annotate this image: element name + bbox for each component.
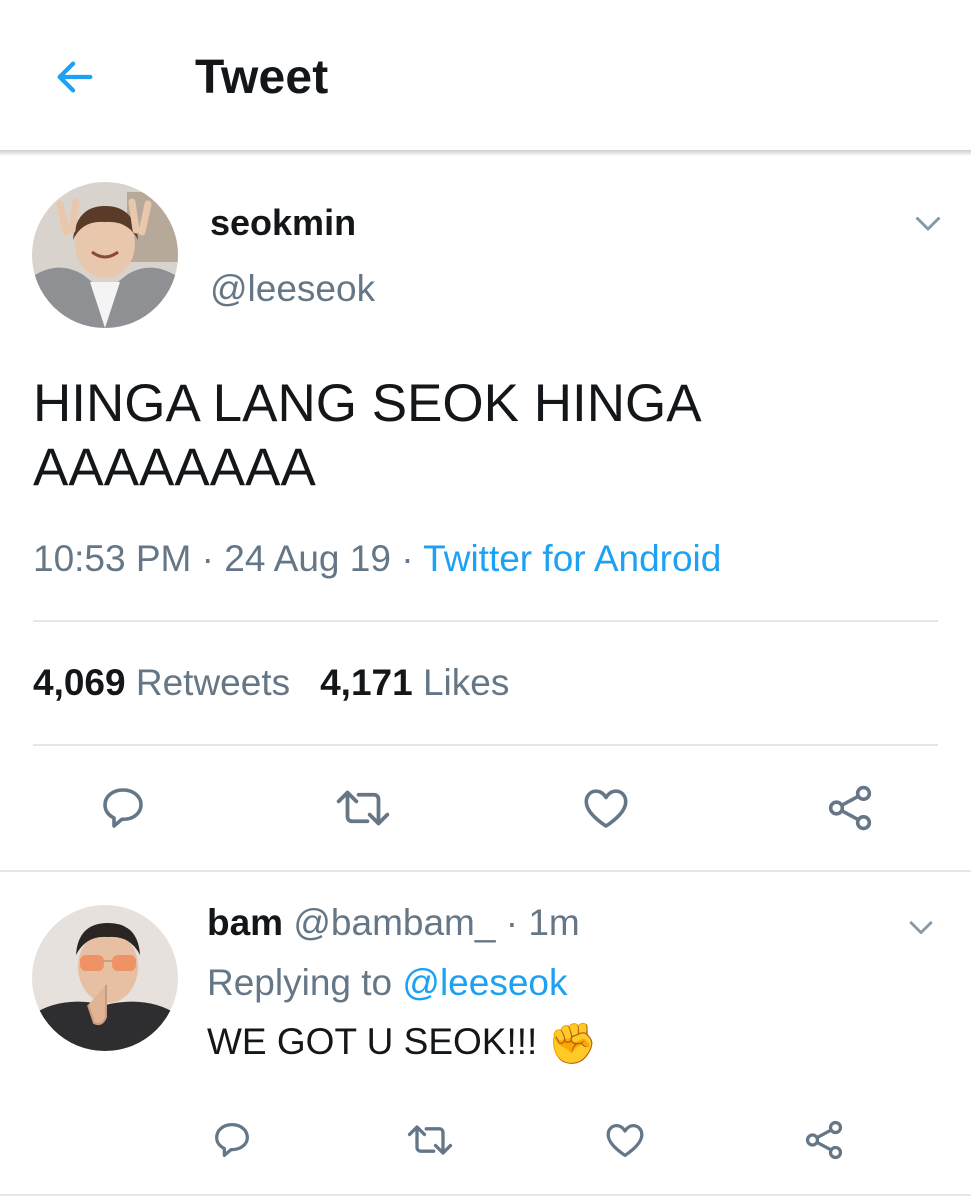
reply-text: WE GOT U SEOK!!! ✊ [207, 1020, 597, 1067]
share-icon [828, 785, 872, 831]
retweet-button[interactable] [332, 780, 394, 836]
raised-fist-emoji-icon: ✊ [547, 1022, 598, 1066]
reply-time: 1m [528, 902, 580, 943]
retweet-icon [407, 1125, 453, 1155]
replying-to-label: Replying to [207, 962, 393, 1003]
retweet-count: 4,069 [33, 662, 126, 703]
divider [0, 1194, 971, 1196]
meta-separator: · [401, 538, 414, 579]
arrow-left-icon [57, 61, 93, 93]
likes-stat[interactable]: 4,171 Likes [320, 662, 509, 703]
divider [0, 870, 971, 872]
header-divider [0, 150, 971, 156]
retweet-label: Retweets [135, 662, 291, 703]
chevron-down-icon [916, 217, 940, 231]
tweet-menu-button[interactable] [908, 205, 948, 241]
avatar[interactable] [32, 905, 178, 1051]
meta-separator: · [201, 538, 214, 579]
replying-to: Replying to @leeseok [207, 962, 567, 1004]
tweet-source-link[interactable]: Twitter for Android [423, 538, 721, 579]
reply-icon [103, 788, 143, 828]
like-icon [606, 1123, 644, 1157]
reply-icon [215, 1123, 249, 1157]
reply-button[interactable] [95, 780, 151, 836]
reply-author-name[interactable]: bam [207, 902, 283, 943]
tweet-text-line: AAAAAAAA [33, 438, 316, 497]
tweet-meta: 10:53 PM · 24 Aug 19 · Twitter for Andro… [33, 538, 721, 580]
profile-photo [32, 905, 178, 1051]
tweet-text-line: HINGA LANG SEOK HINGA [33, 374, 702, 433]
reply-author-handle[interactable]: @bambam_ [293, 902, 495, 943]
like-button[interactable] [601, 1116, 649, 1164]
author-name[interactable]: seokmin [210, 202, 356, 244]
divider [33, 620, 938, 622]
share-icon [805, 1120, 843, 1160]
replying-to-handle-link[interactable]: @leeseok [402, 962, 567, 1003]
profile-photo [32, 182, 178, 328]
tweet-date: 24 Aug 19 [224, 538, 391, 579]
retweet-button[interactable] [404, 1116, 456, 1164]
like-count: 4,171 [320, 662, 413, 703]
retweet-icon [336, 790, 390, 826]
reply-menu-button[interactable] [903, 910, 939, 944]
meta-separator: · [505, 902, 519, 943]
reply-header: bam @bambam_ · 1m [207, 902, 580, 944]
retweets-stat[interactable]: 4,069 Retweets [33, 662, 290, 703]
share-button[interactable] [822, 780, 878, 836]
reply-button[interactable] [208, 1116, 256, 1164]
tweet-text: HINGA LANG SEOK HINGA AAAAAAAA [33, 372, 913, 500]
author-handle[interactable]: @leeseok [210, 268, 375, 310]
divider [33, 744, 938, 746]
like-button[interactable] [578, 780, 634, 836]
top-bar: Tweet [0, 0, 971, 152]
reply-text-body: WE GOT U SEOK!!! [207, 1021, 538, 1062]
tweet-stats: 4,069 Retweets 4,171 Likes [33, 662, 509, 704]
chevron-down-icon [909, 921, 933, 935]
tweet-time: 10:53 PM [33, 538, 192, 579]
like-icon [584, 789, 628, 828]
back-button[interactable] [50, 52, 100, 102]
avatar[interactable] [32, 182, 178, 328]
page-title: Tweet [195, 51, 329, 104]
share-button[interactable] [800, 1116, 848, 1164]
like-label: Likes [422, 662, 510, 703]
